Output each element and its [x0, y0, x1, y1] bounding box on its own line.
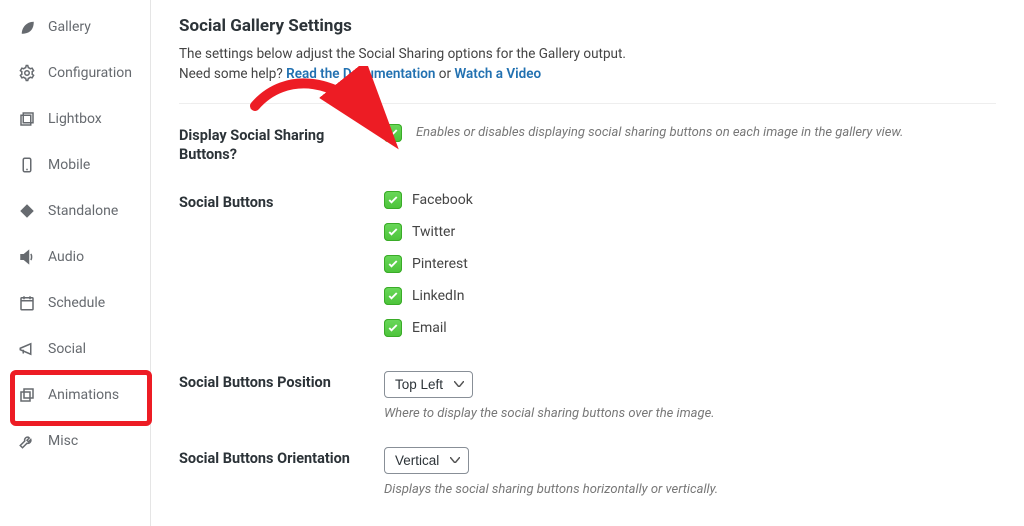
leaf-icon	[18, 18, 36, 36]
gear-icon	[18, 64, 36, 82]
checkbox-pinterest[interactable]	[384, 255, 402, 273]
intro-or: or	[435, 66, 454, 82]
sidebar-item-schedule[interactable]: Schedule	[0, 280, 150, 326]
diamond-icon	[18, 202, 36, 220]
calendar-icon	[18, 294, 36, 312]
checkbox-facebook[interactable]	[384, 191, 402, 209]
position-desc: Where to display the social sharing butt…	[384, 406, 715, 421]
sidebar-item-misc[interactable]: Misc	[0, 418, 150, 464]
page-title: Social Gallery Settings	[179, 16, 996, 36]
position-label: Social Buttons Position	[179, 371, 384, 393]
row-display-social: Display Social Sharing Buttons? Enables …	[179, 124, 996, 165]
sidebar-item-animations[interactable]: Animations	[0, 372, 150, 418]
megaphone-icon	[18, 340, 36, 358]
social-buttons-label: Social Buttons	[179, 191, 384, 213]
row-social-buttons: Social Buttons Facebook Twitter Pinteres…	[179, 191, 996, 337]
stack-icon	[18, 386, 36, 404]
settings-sidebar: Gallery Configuration Lightbox Mobile St…	[0, 0, 151, 526]
sidebar-item-label: Mobile	[48, 157, 90, 173]
opt-email[interactable]: Email	[384, 319, 473, 337]
orientation-desc: Displays the social sharing buttons hori…	[384, 482, 718, 497]
opt-label: Email	[412, 320, 447, 336]
audio-icon	[18, 248, 36, 266]
watch-video-link[interactable]: Watch a Video	[454, 66, 541, 82]
sidebar-item-label: Standalone	[48, 203, 118, 219]
intro-text: The settings below adjust the Social Sha…	[179, 44, 996, 85]
checkbox-twitter[interactable]	[384, 223, 402, 241]
sidebar-item-lightbox[interactable]: Lightbox	[0, 96, 150, 142]
layers-icon	[18, 110, 36, 128]
opt-label: Pinterest	[412, 256, 468, 272]
intro-help-prefix: Need some help?	[179, 66, 286, 82]
sidebar-item-label: Audio	[48, 249, 84, 265]
sidebar-item-mobile[interactable]: Mobile	[0, 142, 150, 188]
display-social-desc: Enables or disables displaying social sh…	[416, 125, 903, 140]
sidebar-item-social[interactable]: Social	[0, 326, 150, 372]
sidebar-item-gallery[interactable]: Gallery	[0, 4, 150, 50]
sidebar-item-label: Misc	[48, 433, 78, 449]
position-select[interactable]: Top Left	[384, 371, 473, 398]
checkbox-email[interactable]	[384, 319, 402, 337]
sidebar-item-label: Animations	[48, 387, 119, 403]
wrench-icon	[18, 432, 36, 450]
sidebar-item-label: Schedule	[48, 295, 105, 311]
divider	[179, 103, 996, 104]
intro-line1: The settings below adjust the Social Sha…	[179, 46, 626, 62]
opt-label: LinkedIn	[412, 288, 465, 304]
opt-pinterest[interactable]: Pinterest	[384, 255, 473, 273]
row-orientation: Social Buttons Orientation Vertical Disp…	[179, 447, 996, 497]
opt-facebook[interactable]: Facebook	[384, 191, 473, 209]
display-social-label: Display Social Sharing Buttons?	[179, 124, 384, 165]
main-panel: Social Gallery Settings The settings bel…	[151, 0, 1024, 526]
sidebar-item-label: Gallery	[48, 19, 91, 35]
opt-linkedin[interactable]: LinkedIn	[384, 287, 473, 305]
sidebar-item-standalone[interactable]: Standalone	[0, 188, 150, 234]
sidebar-item-configuration[interactable]: Configuration	[0, 50, 150, 96]
opt-twitter[interactable]: Twitter	[384, 223, 473, 241]
display-social-checkbox[interactable]	[384, 124, 402, 142]
sidebar-item-label: Configuration	[48, 65, 132, 81]
mobile-icon	[18, 156, 36, 174]
sidebar-item-label: Lightbox	[48, 111, 102, 127]
opt-label: Twitter	[412, 224, 455, 240]
opt-label: Facebook	[412, 192, 473, 208]
row-position: Social Buttons Position Top Left Where t…	[179, 371, 996, 421]
orientation-select[interactable]: Vertical	[384, 447, 469, 474]
checkbox-linkedin[interactable]	[384, 287, 402, 305]
sidebar-item-audio[interactable]: Audio	[0, 234, 150, 280]
orientation-label: Social Buttons Orientation	[179, 447, 384, 469]
sidebar-item-label: Social	[48, 341, 86, 357]
read-docs-link[interactable]: Read the Documentation	[286, 66, 435, 82]
